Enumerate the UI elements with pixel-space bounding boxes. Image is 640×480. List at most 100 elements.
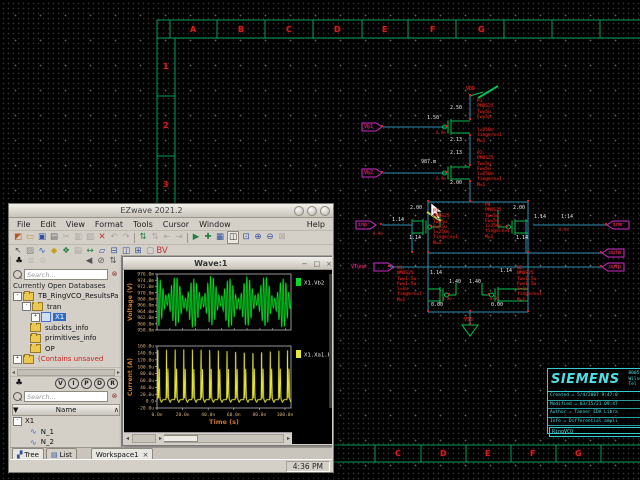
port-inp [356,221,376,229]
db-item-row[interactable]: -tran [11,302,121,313]
signal-item-label: N_1 [39,428,56,436]
zoom-full-icon[interactable]: ⊡ [241,232,251,243]
filter-r-button[interactable]: R [107,378,118,389]
signal-item-row[interactable]: ∿N_2 [11,437,121,448]
sheet-icon [41,312,51,322]
ezwave-titlebar[interactable]: EZwave 2021.2 [9,204,333,218]
run-icon[interactable]: ▶ [191,232,201,243]
expand-icon[interactable]: + [31,313,40,322]
signal-search-input[interactable] [24,391,108,402]
port-label: Vb1 [364,124,373,130]
close-button[interactable] [320,206,330,216]
expand-icon[interactable]: + [13,355,22,364]
pin-value: 0.9m [490,296,500,301]
sort-icon[interactable]: ⇅ [108,256,118,267]
collapse-icon[interactable]: - [13,292,22,301]
client-area: ♣≣⊘◀⊘⇅ ⊗ Currently Open Databases -TB_Ri… [10,255,332,448]
tab-label: Tree [24,451,39,459]
grid-column-label: G [575,449,582,458]
filter-icon[interactable]: ⊘ [96,256,106,267]
signal-item-row[interactable]: -X1 [11,416,121,427]
legend-label: X1.Vb2 [304,281,324,287]
folder-icon [23,292,34,301]
net-value: 2.00 [513,205,525,211]
port-VTune [374,263,394,271]
folder-icon [32,302,43,311]
db-item-row[interactable]: subckts_info [11,323,121,334]
delete-icon[interactable]: ✕ [97,232,107,243]
save-icon[interactable]: ▣ [37,232,47,243]
filter-d-button[interactable]: D [94,378,105,389]
menu-tools[interactable]: Tools [128,220,158,229]
print-icon[interactable]: ▤ [49,232,59,243]
clear-search-icon[interactable]: ⊗ [110,270,119,279]
list-tab-icon: ▤ [51,451,58,459]
db-item-row[interactable]: +X1 [11,312,121,323]
menu-view[interactable]: View [61,220,90,229]
svg-text:972.0m: 972.0m [137,284,154,290]
tree-tab-icon: ▞ [17,451,22,459]
name-column-header[interactable]: ▼ Name ∧ [12,404,120,416]
svg-text:962.0m: 962.0m [137,315,154,321]
db-item-label: OP [43,345,57,353]
menu-format[interactable]: Format [90,220,128,229]
remove-waveform-icon: ⇅ [150,232,160,243]
net-value: 2.00 [450,180,462,186]
wave-minimize-button[interactable]: − [299,260,311,268]
db-item-row[interactable]: OP [11,344,121,355]
menu-window[interactable]: Window [194,220,236,229]
collapse-icon[interactable]: - [22,302,31,311]
toggle-panel-icon[interactable]: ◫ [227,231,239,244]
legend-hscrollbar[interactable]: ◂▸ [124,432,164,444]
open-database-icon[interactable]: ◩ [13,232,23,243]
pin-value: 0.9m [559,227,569,232]
db-item-row[interactable]: primitives_info [11,333,121,344]
wave-restore-button[interactable]: □ [311,260,324,268]
collapse-icon[interactable]: - [13,417,22,426]
next-cursor-icon: ⇥ [174,232,184,243]
db-tree-icon[interactable]: ♣ [14,256,24,267]
search-icon [13,270,22,279]
clear-search-icon[interactable]: ⊗ [110,392,119,401]
filter-p-button[interactable]: P [81,378,92,389]
undo-icon: ↶ [109,232,119,243]
menu-help[interactable]: Help [302,220,330,229]
maximize-button[interactable] [307,206,317,216]
svg-text:966.0m: 966.0m [137,303,154,309]
signal-item-row[interactable]: ∿N_1 [11,427,121,438]
pin-value: 0.9m [436,130,446,135]
grid-icon[interactable]: ▦ [215,232,225,243]
net-value: 1.50 [427,115,439,121]
toolbar-separator [187,233,188,243]
db-tree-hscrollbar[interactable]: ◂▸ [11,367,121,377]
open-icon[interactable]: ▭ [25,232,35,243]
menu-file[interactable]: File [12,220,35,229]
menu-cursor[interactable]: Cursor [158,220,194,229]
filter-i-button[interactable]: I [68,378,79,389]
db-item-row[interactable]: + (Contains unsaved [11,354,121,365]
workspace-close-icon[interactable]: × [143,451,149,459]
db-item-label: (Contains unsaved [36,355,105,363]
svg-text:100.0u: 100.0u [137,364,154,370]
sig-tree-icon[interactable]: ♣ [14,378,24,389]
add-waveform-icon[interactable]: ⇅ [138,232,148,243]
transistors [412,86,528,336]
wave-titlebar[interactable]: Wave:1 −□× [123,257,332,270]
menu-edit[interactable]: Edit [35,220,61,229]
folder-icon [23,355,34,364]
wave-close-button[interactable]: × [323,260,332,268]
db-item-row[interactable]: -TB_RingVCO_ResultsPa [11,291,121,302]
zoom-out-icon[interactable]: ⊖ [265,232,275,243]
filter-v-button[interactable]: V [55,378,66,389]
pan-icon[interactable]: ✚ [203,232,213,243]
collapse-all-icon[interactable]: ◀ [84,256,94,267]
svg-text:958.0m: 958.0m [137,328,154,334]
port-label: VTune [351,264,366,270]
net-value: 1.14 [561,214,573,220]
svg-text:970.0m: 970.0m [137,290,154,296]
minimize-button[interactable] [294,206,304,216]
db-search-input[interactable] [24,269,108,280]
zoom-in-icon[interactable]: ⊕ [253,232,263,243]
paste-icon: ▧ [85,232,95,243]
left-panel: ♣≣⊘◀⊘⇅ ⊗ Currently Open Databases -TB_Ri… [11,255,122,448]
